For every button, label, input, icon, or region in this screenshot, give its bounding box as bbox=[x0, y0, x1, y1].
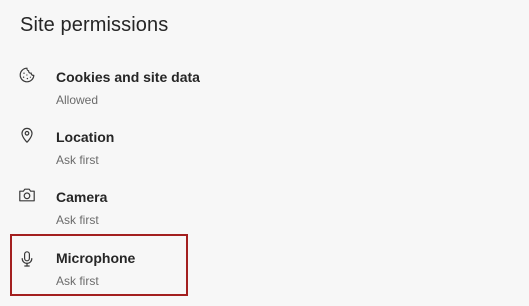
cookie-icon bbox=[18, 66, 36, 84]
permission-label: Microphone bbox=[56, 250, 136, 266]
permission-item-location[interactable]: Location Ask first bbox=[10, 120, 188, 180]
permission-item-camera[interactable]: Camera Ask first bbox=[10, 180, 188, 240]
permission-status: Ask first bbox=[56, 153, 99, 167]
permission-status: Ask first bbox=[56, 213, 99, 227]
permission-item-cookies[interactable]: Cookies and site data Allowed bbox=[10, 60, 200, 120]
permissions-list: Cookies and site data Allowed Location A… bbox=[0, 0, 529, 306]
camera-icon bbox=[18, 186, 36, 204]
microphone-icon bbox=[18, 250, 36, 268]
location-pin-icon bbox=[18, 126, 36, 144]
permission-label: Cookies and site data bbox=[56, 69, 200, 85]
permission-label: Location bbox=[56, 129, 115, 145]
permission-status: Allowed bbox=[56, 93, 99, 107]
permission-status: Ask first bbox=[56, 274, 99, 288]
permission-item-microphone[interactable]: Microphone Ask first bbox=[10, 234, 188, 296]
permission-label: Camera bbox=[56, 189, 108, 205]
